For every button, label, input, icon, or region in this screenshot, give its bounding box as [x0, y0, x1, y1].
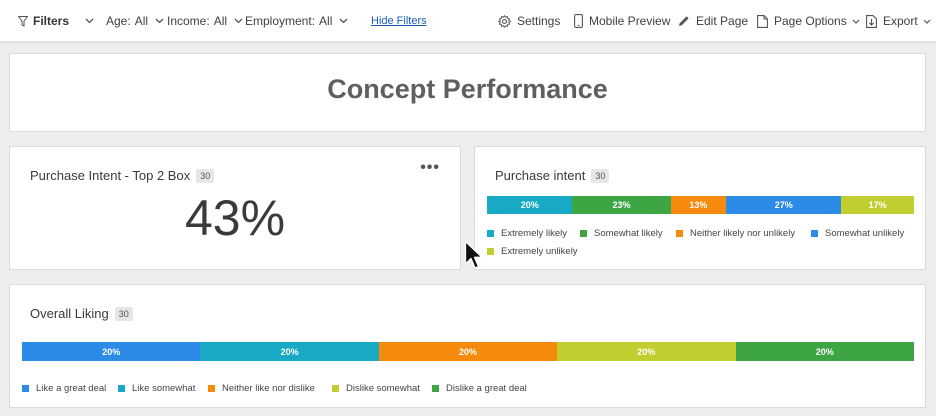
legend-swatch: [432, 385, 439, 392]
widget-title: Overall Liking 30: [30, 306, 133, 321]
legend-label: Like somewhat: [132, 383, 196, 394]
phone-icon: [574, 14, 583, 28]
title-widget: Concept Performance: [9, 53, 926, 132]
legend-item[interactable]: Like somewhat: [118, 383, 195, 394]
legend-label: Dislike somewhat: [346, 383, 420, 394]
legend-swatch: [487, 248, 494, 255]
page-options-button[interactable]: Page Options: [757, 0, 860, 42]
legend-item[interactable]: Like a great deal: [22, 383, 106, 394]
legend-label: Dislike a great deal: [446, 383, 527, 394]
filter-income-label: Income:: [167, 14, 210, 28]
page-options-label: Page Options: [774, 14, 847, 28]
gear-icon: [498, 14, 511, 28]
legend-item[interactable]: Somewhat unlikely: [811, 228, 904, 239]
chevron-down-icon: [234, 18, 243, 24]
stacked-bar: 20% 20% 20% 20% 20%: [22, 342, 914, 361]
export-icon: [866, 14, 877, 28]
filter-income[interactable]: Income: All: [167, 0, 243, 42]
legend-item[interactable]: Neither like nor dislike: [208, 383, 315, 394]
purchase-intent-top2-widget: Purchase Intent - Top 2 Box 30 ••• 43%: [9, 146, 461, 270]
legend-swatch: [22, 385, 29, 392]
response-count-badge: 30: [196, 168, 215, 183]
legend-swatch: [332, 385, 339, 392]
chevron-down-icon: [85, 18, 94, 24]
edit-page-button[interactable]: Edit Page: [678, 0, 748, 42]
top-toolbar: Filters Age: All Income: All Employment:…: [0, 0, 936, 42]
widget-title: Purchase Intent - Top 2 Box 30: [30, 168, 215, 183]
bar-segment[interactable]: 13%: [670, 196, 727, 214]
chevron-down-icon: [923, 19, 931, 24]
filter-age-label: Age:: [106, 14, 131, 28]
filters-button[interactable]: Filters: [18, 0, 94, 42]
legend-item[interactable]: Somewhat likely: [580, 228, 663, 239]
bar-segment[interactable]: 20%: [487, 196, 573, 214]
hide-filters-link[interactable]: Hide Filters: [371, 0, 427, 42]
filters-label: Filters: [33, 14, 70, 28]
legend-swatch: [118, 385, 125, 392]
export-label: Export: [883, 14, 918, 28]
bar-segment[interactable]: 20%: [557, 342, 736, 361]
metric-value: 43%: [184, 190, 286, 246]
more-options-icon[interactable]: •••: [420, 160, 440, 176]
legend-item[interactable]: Dislike a great deal: [432, 383, 527, 394]
widget-title-text: Purchase intent: [495, 168, 586, 183]
legend-item[interactable]: Extremely likely: [487, 228, 567, 239]
settings-button[interactable]: Settings: [498, 0, 560, 42]
widget-title-text: Overall Liking: [30, 306, 109, 321]
response-count-badge: 30: [591, 168, 610, 183]
hide-filters-label: Hide Filters: [371, 15, 427, 27]
filter-icon: [18, 15, 28, 27]
edit-page-label: Edit Page: [696, 14, 749, 28]
legend-label: Extremely likely: [501, 228, 567, 239]
stacked-bar: 20% 23% 13% 27% 17%: [487, 196, 914, 214]
response-count-badge: 30: [114, 306, 133, 321]
chevron-down-icon: [339, 18, 348, 24]
filter-employment[interactable]: Employment: All: [245, 0, 348, 42]
legend-item[interactable]: Extremely unlikely: [487, 246, 578, 257]
bar-segment[interactable]: 20%: [378, 342, 558, 361]
legend-label: Extremely unlikely: [501, 246, 578, 257]
widget-title-text: Purchase Intent - Top 2 Box: [30, 168, 191, 183]
legend-swatch: [580, 230, 587, 237]
legend-swatch: [811, 230, 818, 237]
bar-segment[interactable]: 23%: [572, 196, 671, 214]
purchase-intent-widget: Purchase intent 30 20% 23% 13% 27% 17% Extre…: [474, 146, 926, 270]
mobile-preview-label: Mobile Preview: [589, 14, 671, 28]
legend-label: Like a great deal: [36, 383, 107, 394]
bar-segment[interactable]: 27%: [726, 196, 842, 214]
mobile-preview-button[interactable]: Mobile Preview: [574, 0, 670, 42]
legend-label: Somewhat likely: [594, 228, 663, 239]
bar-segment[interactable]: 20%: [22, 342, 201, 361]
legend-item[interactable]: Dislike somewhat: [332, 383, 420, 394]
export-button[interactable]: Export: [866, 0, 931, 42]
filter-income-value: All: [213, 14, 228, 28]
chevron-down-icon: [155, 18, 164, 24]
widget-title: Purchase intent 30: [495, 168, 610, 183]
filter-age[interactable]: Age: All: [106, 0, 164, 42]
legend-swatch: [487, 230, 494, 237]
legend-label: Neither like nor dislike: [222, 383, 315, 394]
chevron-down-icon: [852, 19, 860, 24]
settings-label: Settings: [517, 14, 561, 28]
bar-segment[interactable]: 20%: [735, 342, 914, 361]
legend-label: Somewhat unlikely: [825, 228, 905, 239]
bar-segment[interactable]: 17%: [841, 196, 914, 214]
mouse-cursor-icon: [464, 240, 483, 269]
page-icon: [757, 14, 768, 28]
legend-label: Neither likely nor unlikely: [690, 228, 796, 239]
filter-employment-label: Employment:: [245, 14, 316, 28]
overall-liking-widget: Overall Liking 30 20% 20% 20% 20% 20% Like a…: [9, 284, 926, 408]
legend-item[interactable]: Neither likely nor unlikely: [676, 228, 795, 239]
legend-swatch: [676, 230, 683, 237]
bar-segment[interactable]: 20%: [200, 342, 379, 361]
filter-age-value: All: [134, 14, 149, 28]
legend-swatch: [208, 385, 215, 392]
filter-employment-value: All: [319, 14, 333, 28]
pencil-icon: [679, 16, 689, 26]
page-title: Concept Performance: [327, 74, 608, 104]
